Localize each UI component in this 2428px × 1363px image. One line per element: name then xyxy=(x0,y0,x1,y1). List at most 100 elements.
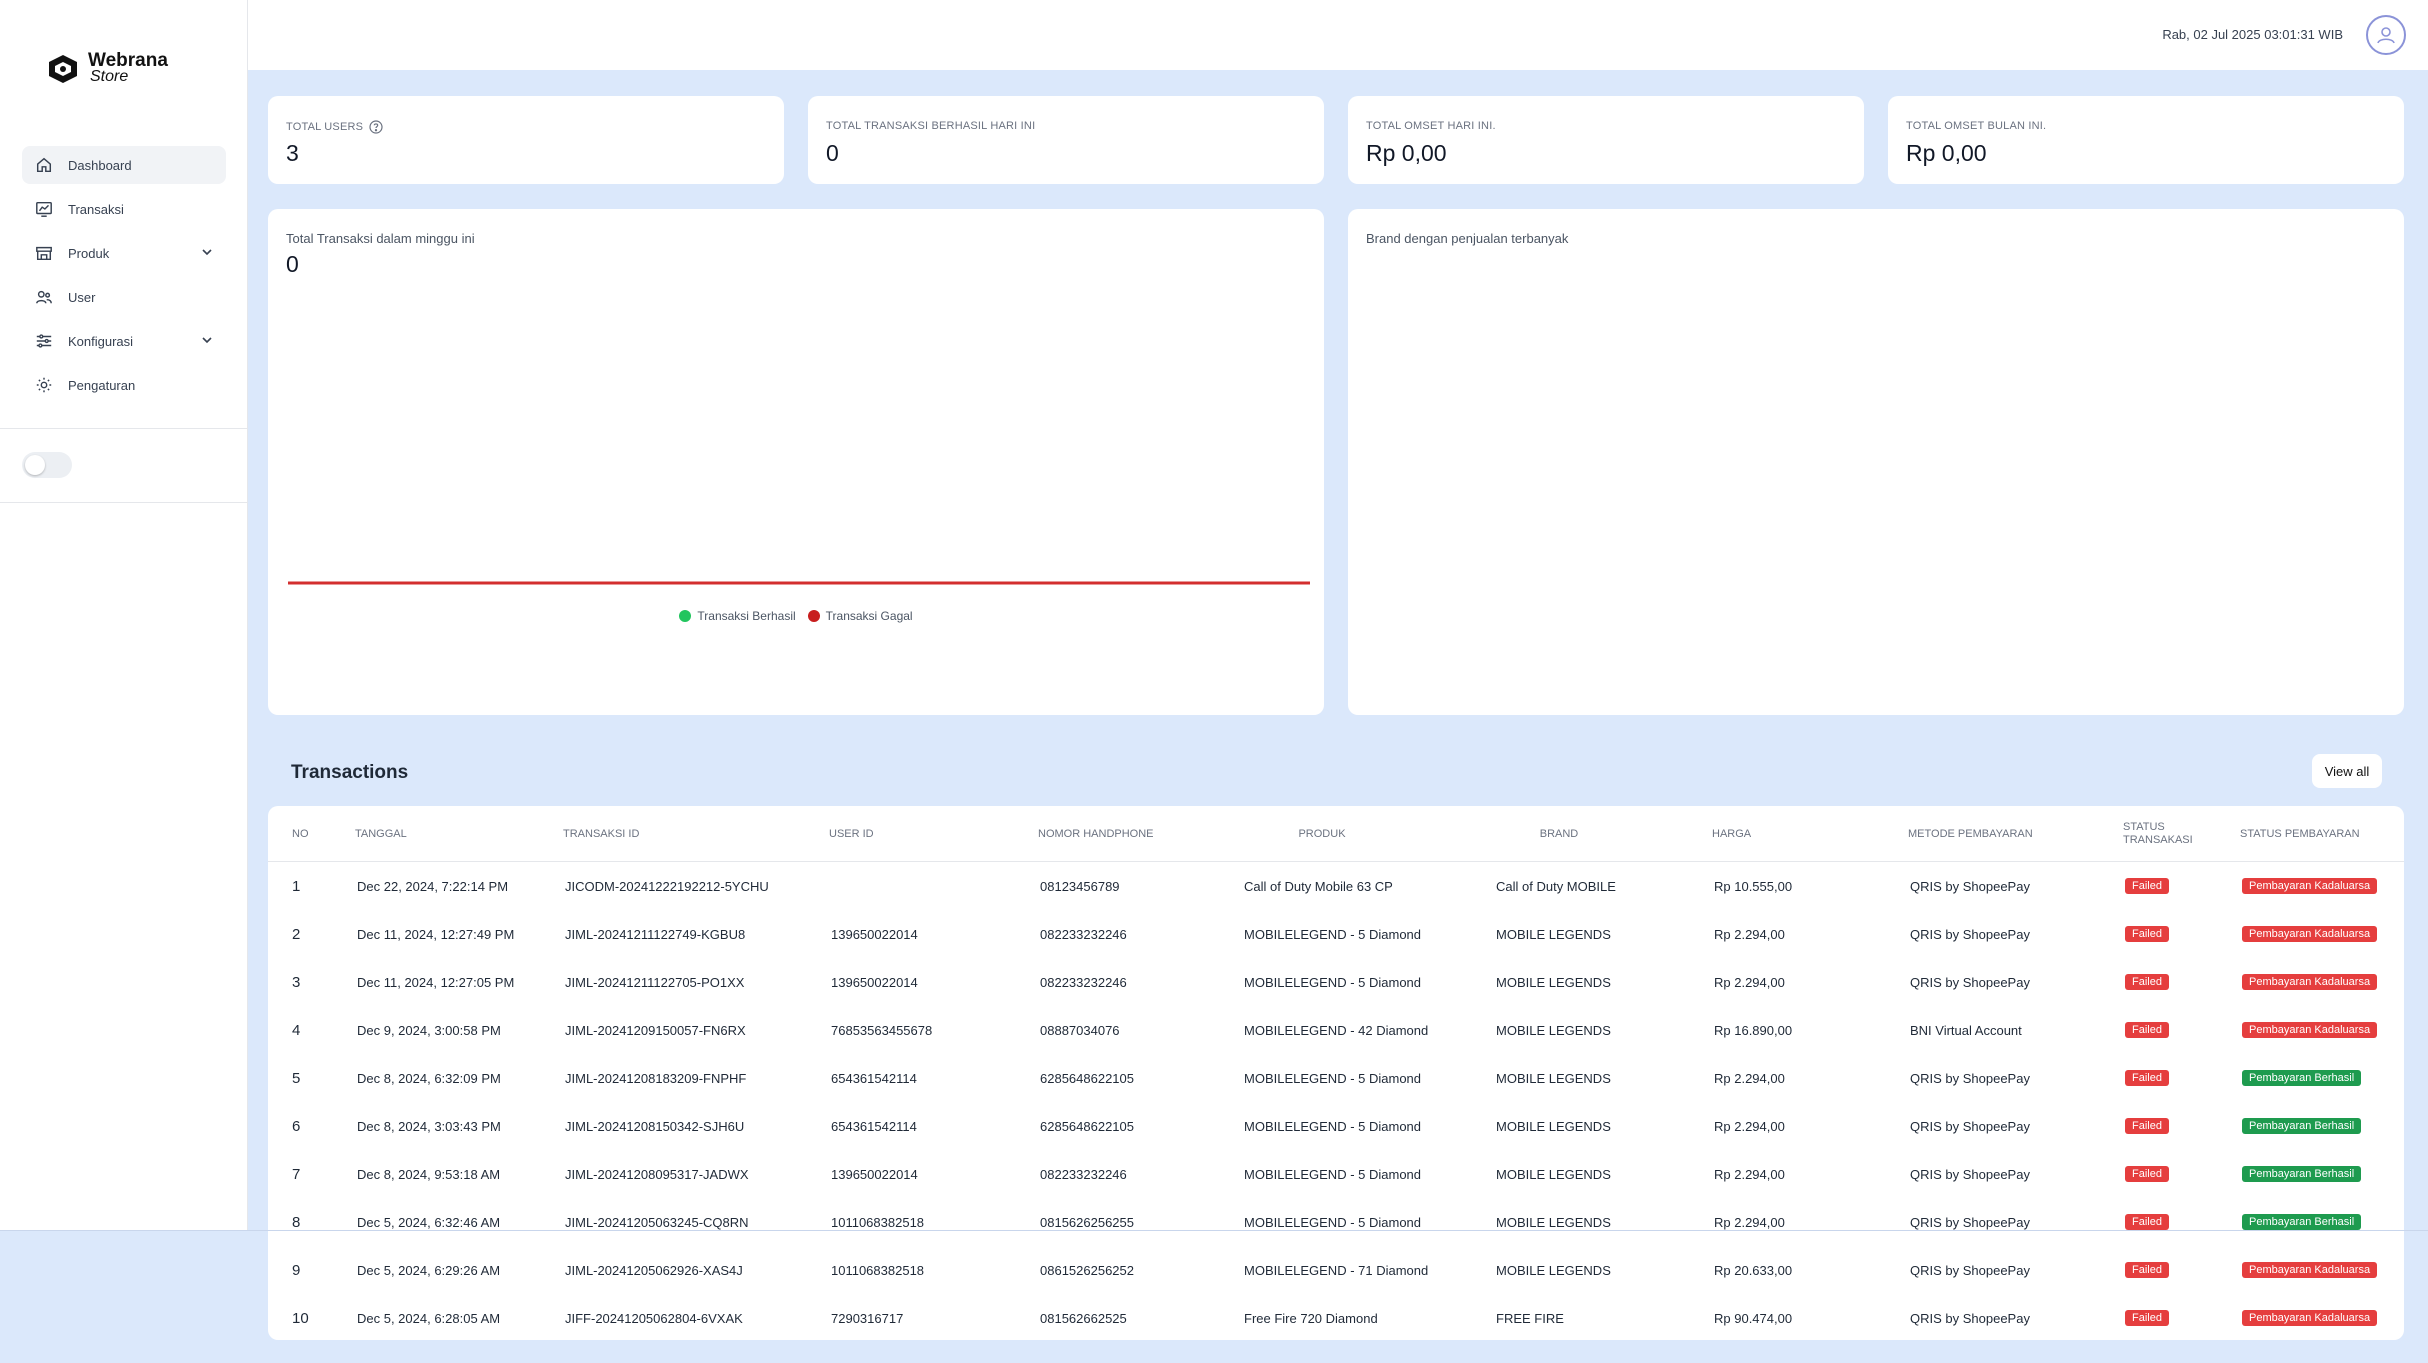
gear-icon xyxy=(34,375,54,395)
payment-status-badge: Pembayaran Berhasil xyxy=(2242,1214,2362,1230)
table-row[interactable]: 7 Dec 8, 2024, 9:53:18 AM JIML-20241208095… xyxy=(268,1150,2404,1198)
payment-status-badge: Pembayaran Berhasil xyxy=(2242,1166,2362,1182)
table-row[interactable]: 4 Dec 9, 2024, 3:00:58 PM JIML-20241209150… xyxy=(268,1006,2404,1054)
table-cell: 082233232246 xyxy=(1040,974,1127,990)
stat-card-omset-hari: TOTAL OMSET HARI INI. Rp 0,00 xyxy=(1348,96,1864,184)
brand-logo[interactable]: Webrana Store xyxy=(46,51,168,86)
transactions-table: NO TANGGAL TRANSAKSI ID USER ID NOMOR HANDPH… xyxy=(268,806,2404,1340)
sidebar-item-transaksi[interactable]: Transaksi xyxy=(22,190,226,228)
table-row[interactable]: 3 Dec 11, 2024, 12:27:05 PM JIML-202412111… xyxy=(268,958,2404,1006)
table-cell: 6 xyxy=(292,1117,301,1135)
chevron-down-icon[interactable] xyxy=(200,333,214,350)
sidebar-item-user[interactable]: User xyxy=(22,278,226,316)
divider xyxy=(0,1230,2428,1231)
table-cell: 6285648622105 xyxy=(1040,1118,1134,1134)
legend-item[interactable]: Transaksi Berhasil xyxy=(679,609,796,623)
table-row[interactable]: 1 Dec 22, 2024, 7:22:14 PM JICODM-20241222… xyxy=(268,862,2404,910)
table-cell: BNI Virtual Account xyxy=(1910,1022,2022,1038)
payment-status-badge: Pembayaran Berhasil xyxy=(2242,1070,2362,1086)
table-cell: QRIS by ShopeePay xyxy=(1910,926,2030,942)
status-badge: Failed xyxy=(2125,1022,2169,1038)
table-cell: 8 xyxy=(292,1213,301,1231)
sidebar-item-konfigurasi[interactable]: Konfigurasi xyxy=(22,322,226,360)
help-icon[interactable] xyxy=(369,120,383,134)
table-cell: Failed xyxy=(2125,1102,2169,1150)
column-header: TRANSAKSI ID xyxy=(563,827,640,840)
sidebar-item-produk[interactable]: Produk xyxy=(22,234,226,272)
column-header: BRAND xyxy=(1539,827,1579,840)
legend-dot xyxy=(679,610,692,622)
legend-item[interactable]: Transaksi Gagal xyxy=(807,609,913,623)
stat-label: TOTAL OMSET BULAN INI. xyxy=(1906,120,2047,132)
chart-total: 0 xyxy=(286,251,299,277)
table-cell: 08887034076 xyxy=(1040,1022,1120,1038)
table-cell: Dec 8, 2024, 9:53:18 AM xyxy=(357,1166,501,1182)
chart-title: Brand dengan penjualan terbanyak xyxy=(1366,231,1569,246)
table-cell: Dec 9, 2024, 3:00:58 PM xyxy=(357,1022,501,1038)
table-cell: 4 xyxy=(292,1021,301,1039)
table-cell: Pembayaran Berhasil xyxy=(2242,1054,2362,1102)
avatar[interactable] xyxy=(2366,15,2406,55)
table-cell: JIML-20241209150057-FN6RX xyxy=(565,1022,746,1038)
table-cell: JIML-20241211122749-KGBU8 xyxy=(565,926,746,942)
table-cell: MOBILE LEGENDS xyxy=(1496,1118,1611,1134)
table-cell: Pembayaran Kadaluarsa xyxy=(2242,910,2378,958)
sidebar-item-label: Pengaturan xyxy=(68,377,136,393)
table-cell: Free Fire 720 Diamond xyxy=(1244,1310,1378,1326)
transactions-title: Transactions xyxy=(291,762,409,783)
view-all-button[interactable]: View all xyxy=(2312,754,2382,788)
table-cell: Pembayaran Kadaluarsa xyxy=(2242,1246,2378,1294)
sliders-icon xyxy=(34,331,54,351)
column-header: PRODUK xyxy=(1298,827,1346,840)
table-cell: Rp 2.294,00 xyxy=(1714,1214,1785,1230)
table-cell: Pembayaran Berhasil xyxy=(2242,1102,2362,1150)
table-cell: QRIS by ShopeePay xyxy=(1910,1118,2030,1134)
table-cell: MOBILE LEGENDS xyxy=(1496,1070,1611,1086)
payment-status-badge: Pembayaran Kadaluarsa xyxy=(2242,974,2378,990)
table-cell: 7 xyxy=(292,1165,301,1183)
table-cell: Pembayaran Berhasil xyxy=(2242,1198,2362,1246)
table-cell: Dec 11, 2024, 12:27:49 PM xyxy=(357,926,515,942)
sidebar-item-label: Produk xyxy=(68,245,110,261)
table-cell: Rp 2.294,00 xyxy=(1714,926,1785,942)
theme-toggle[interactable] xyxy=(22,452,72,478)
table-cell: 10 xyxy=(292,1309,309,1327)
table-cell: 139650022014 xyxy=(831,926,918,942)
table-row[interactable]: 8 Dec 5, 2024, 6:32:46 AM JIML-20241205063… xyxy=(268,1198,2404,1246)
sidebar-item-label: Konfigurasi xyxy=(68,333,134,349)
status-badge: Failed xyxy=(2125,1310,2169,1326)
sidebar-nav: Dashboard Transaksi Produk User Konfigur… xyxy=(22,146,226,410)
stat-value: 3 xyxy=(286,140,299,166)
topbar: Rab, 02 Jul 2025 03:01:31 WIB xyxy=(248,0,2428,70)
table-cell: 3 xyxy=(292,973,301,991)
logo-icon xyxy=(49,55,77,83)
table-cell: Dec 5, 2024, 6:28:05 AM xyxy=(357,1310,501,1326)
table-row[interactable]: 5 Dec 8, 2024, 6:32:09 PM JIML-20241208183… xyxy=(268,1054,2404,1102)
table-cell: MOBILE LEGENDS xyxy=(1496,926,1611,942)
sidebar-item-dashboard[interactable]: Dashboard xyxy=(22,146,226,184)
table-cell: Failed xyxy=(2125,1294,2169,1340)
table-cell: QRIS by ShopeePay xyxy=(1910,1262,2030,1278)
table-cell: JICODM-20241222192212-5YCHU xyxy=(565,878,769,894)
table-cell: 9 xyxy=(292,1261,301,1279)
table-cell: MOBILELEGEND - 5 Diamond xyxy=(1244,1118,1422,1134)
table-cell: QRIS by ShopeePay xyxy=(1910,1070,2030,1086)
weekly-chart xyxy=(288,581,1310,585)
chevron-down-icon[interactable] xyxy=(200,245,214,262)
payment-status-badge: Pembayaran Berhasil xyxy=(2242,1118,2362,1134)
table-cell: Call of Duty MOBILE xyxy=(1496,878,1616,894)
table-cell: 5 xyxy=(292,1069,301,1087)
sidebar-item-pengaturan[interactable]: Pengaturan xyxy=(22,366,226,404)
table-cell: Pembayaran Berhasil xyxy=(2242,1150,2362,1198)
table-cell: MOBILELEGEND - 5 Diamond xyxy=(1244,1214,1422,1230)
table-cell: MOBILE LEGENDS xyxy=(1496,974,1611,990)
table-cell: 0861526256252 xyxy=(1040,1262,1134,1278)
status-badge: Failed xyxy=(2125,878,2169,894)
table-row[interactable]: 6 Dec 8, 2024, 3:03:43 PM JIML-20241208150… xyxy=(268,1102,2404,1150)
status-badge: Failed xyxy=(2125,1070,2169,1086)
table-cell: Dec 22, 2024, 7:22:14 PM xyxy=(357,878,509,894)
table-row[interactable]: 10 Dec 5, 2024, 6:28:05 AM JIFF-2024120506… xyxy=(268,1294,2404,1340)
table-row[interactable]: 9 Dec 5, 2024, 6:29:26 AM JIML-20241205062… xyxy=(268,1246,2404,1294)
table-row[interactable]: 2 Dec 11, 2024, 12:27:49 PM JIML-202412111… xyxy=(268,910,2404,958)
table-cell: JIML-20241208183209-FNPHF xyxy=(565,1070,747,1086)
